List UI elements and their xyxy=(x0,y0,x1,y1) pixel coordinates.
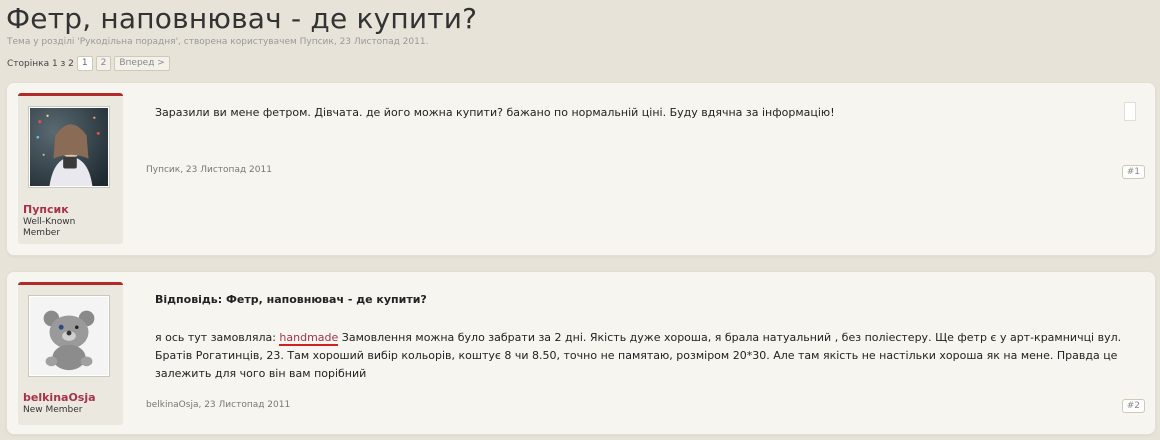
post-number[interactable]: #1 xyxy=(1121,165,1145,179)
post: belkinaOsja New Member Відповідь: Фетр, … xyxy=(6,271,1156,435)
next-page-link[interactable]: Вперед > xyxy=(114,56,170,71)
pagination-label: Сторінка 1 з 2 xyxy=(7,58,74,69)
post: Пупсик Well-Known Member Заразили ви мен… xyxy=(6,82,1156,256)
reply-title: Відповідь: Фетр, наповнювач - де купити? xyxy=(155,293,427,306)
user-info: Пупсик Well-Known Member xyxy=(18,93,123,244)
page-1-link[interactable]: 1 xyxy=(76,56,93,71)
post-meta[interactable]: Пупсик, 23 Листопад 2011 xyxy=(146,165,272,175)
post-number[interactable]: #2 xyxy=(1121,399,1145,413)
user-title: Well-Known Member xyxy=(23,217,76,238)
message-text: я ось тут замовляла: handmade Замовлення… xyxy=(155,329,1135,383)
thread-subtitle: Тема у розділі 'Рукодільна порадня', ств… xyxy=(7,37,429,47)
user-info: belkinaOsja New Member xyxy=(18,282,123,425)
page-2-link[interactable]: 2 xyxy=(95,56,112,71)
post-meta[interactable]: belkinaOsja, 23 Листопад 2011 xyxy=(146,400,290,410)
pagination: Сторінка 1 з 2 1 2 Вперед > xyxy=(7,56,170,71)
user-title: New Member xyxy=(23,405,83,415)
avatar-image xyxy=(30,297,108,375)
thread-title: Фетр, наповнювач - де купити? xyxy=(6,2,478,35)
handmade-link[interactable]: handmade xyxy=(279,331,339,346)
message-text-start: я ось тут замовляла: xyxy=(155,331,280,344)
username[interactable]: Пупсик xyxy=(23,203,69,216)
select-checkbox[interactable] xyxy=(1124,102,1136,121)
avatar[interactable] xyxy=(28,106,110,188)
message-text: Заразили ви мене фетром. Дівчата. де йог… xyxy=(155,106,835,119)
avatar-image xyxy=(30,108,108,186)
avatar[interactable] xyxy=(28,295,110,377)
username[interactable]: belkinaOsja xyxy=(23,391,96,404)
